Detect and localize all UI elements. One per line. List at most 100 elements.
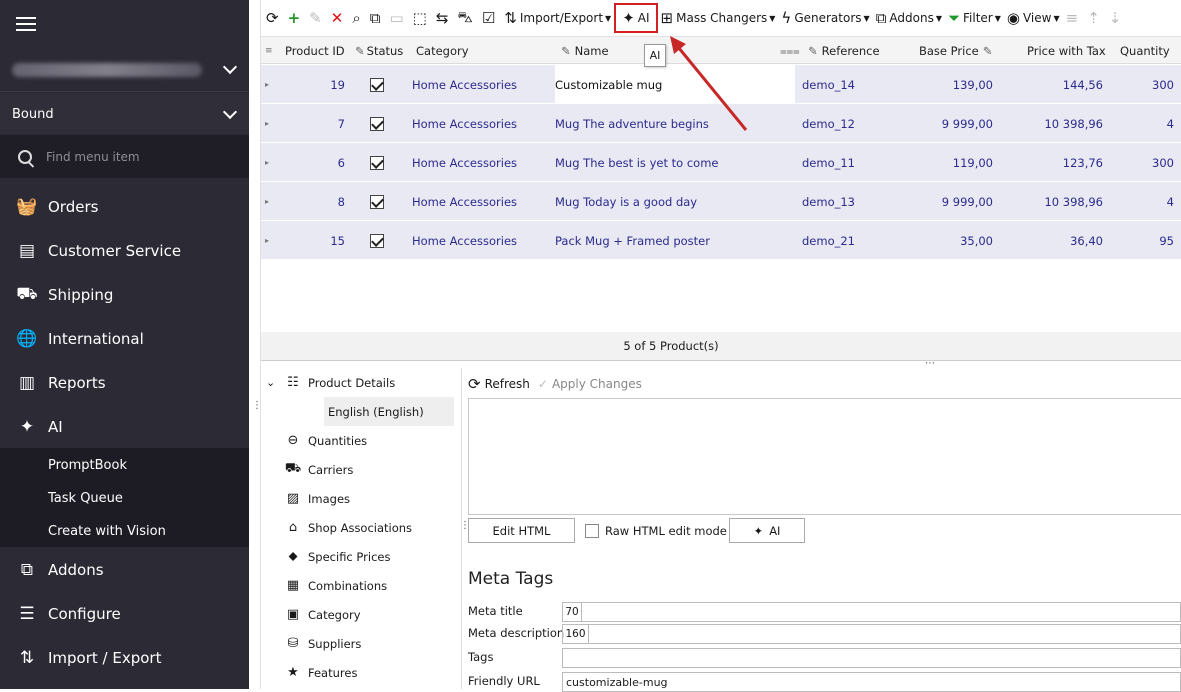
- column-name[interactable]: ✎ Name: [561, 37, 609, 65]
- filter-menu[interactable]: ⏷ Filter ▼: [945, 4, 1004, 32]
- menu-search[interactable]: Find menu item: [0, 135, 249, 178]
- cell-base[interactable]: 9 999,00: [901, 104, 993, 143]
- raw-html-checkbox[interactable]: [585, 523, 599, 538]
- sidebar-item-shipping[interactable]: ⛟ Shipping: [0, 273, 249, 317]
- tree-item-features[interactable]: ★ Features: [262, 658, 357, 687]
- status-checkbox[interactable]: [370, 155, 384, 170]
- cell-name[interactable]: Mug The best is yet to come: [555, 143, 795, 182]
- tree-item-specific-prices[interactable]: ⬥ Specific Prices: [262, 542, 390, 571]
- tree-item-images[interactable]: ▨ Images: [262, 484, 350, 513]
- status-checkbox[interactable]: [370, 194, 384, 209]
- meta-description-input[interactable]: 160: [562, 624, 1181, 644]
- cell-qty[interactable]: 4: [1111, 182, 1174, 221]
- friendly-url-input[interactable]: customizable-mug: [562, 672, 1181, 692]
- cell-ref[interactable]: demo_13: [802, 182, 912, 221]
- sidebar-item-orders[interactable]: 🧺 Orders: [0, 185, 249, 229]
- row-expand-icon[interactable]: ▸: [265, 65, 269, 104]
- addons-menu[interactable]: ⧉ Addons ▼: [873, 4, 945, 32]
- cell-ref[interactable]: demo_12: [802, 104, 912, 143]
- cell-name[interactable]: Pack Mug + Framed poster: [555, 221, 795, 260]
- delete-icon[interactable]: ✕: [328, 4, 350, 32]
- column-price-with-tax[interactable]: Price with Tax: [1027, 37, 1106, 65]
- sidebar-splitter[interactable]: ⋮: [249, 0, 262, 689]
- grid-menu-icon[interactable]: ≡: [265, 37, 273, 65]
- mass-changers-menu[interactable]: ⊞ Mass Changers ▼: [658, 4, 779, 32]
- import-export-menu[interactable]: ⇅ Import/Export ▼: [501, 4, 614, 32]
- sidebar-item-addons[interactable]: ⧉ Addons: [0, 548, 249, 592]
- tree-item-category[interactable]: ▣ Category: [262, 600, 361, 629]
- submenu-item-task-queue[interactable]: Task Queue: [48, 482, 123, 515]
- cell-base[interactable]: 119,00: [901, 143, 993, 182]
- meta-title-input[interactable]: 70: [562, 602, 1181, 622]
- status-checkbox[interactable]: [370, 233, 384, 248]
- sort-down-icon[interactable]: ⇣: [1106, 4, 1128, 32]
- move-icon[interactable]: ⇆: [433, 4, 455, 32]
- duplicate-icon[interactable]: ⬚: [410, 4, 433, 32]
- table-row[interactable]: ▸ 8 Home Accessories Mug Today is a good da…: [261, 182, 1181, 221]
- column-reference[interactable]: ✎ Reference: [808, 37, 880, 65]
- cell-qty[interactable]: 95: [1111, 221, 1174, 260]
- cell-name[interactable]: Mug Today is a good day: [555, 182, 795, 221]
- car-icon[interactable]: ⛍: [454, 4, 478, 32]
- cell-qty[interactable]: 300: [1111, 143, 1174, 182]
- status-checkbox[interactable]: [370, 77, 384, 92]
- cell-tax[interactable]: 144,56: [1001, 65, 1103, 104]
- tree-item-combinations[interactable]: ▦ Combinations: [262, 571, 387, 600]
- sort-up-icon[interactable]: ⇡: [1084, 4, 1106, 32]
- cell-id[interactable]: 15: [285, 221, 345, 260]
- cell-category[interactable]: Home Accessories: [412, 221, 552, 260]
- cell-id[interactable]: 7: [285, 104, 345, 143]
- cell-tax[interactable]: 36,40: [1001, 221, 1103, 260]
- sidebar-item-reports[interactable]: ▥ Reports: [0, 361, 249, 405]
- cell-tax[interactable]: 10 398,96: [1001, 182, 1103, 221]
- refresh-button[interactable]: ⟳ Refresh: [468, 375, 530, 393]
- cell-ref[interactable]: demo_21: [802, 221, 912, 260]
- table-row[interactable]: ▸ 15 Home Accessories Pack Mug + Framed pos…: [261, 221, 1181, 260]
- raw-html-toggle[interactable]: Raw HTML edit mode: [585, 518, 727, 543]
- cell-base[interactable]: 139,00: [901, 65, 993, 104]
- cell-category[interactable]: Home Accessories: [412, 182, 552, 221]
- refresh-icon[interactable]: ⟳: [263, 4, 285, 32]
- paste-icon[interactable]: ▭: [386, 4, 409, 32]
- cell-category[interactable]: Home Accessories: [412, 104, 552, 143]
- copy-icon[interactable]: ⧉: [367, 4, 387, 32]
- column-base-price[interactable]: Base Price ✎: [919, 37, 992, 65]
- edit-icon[interactable]: ✎: [306, 4, 328, 32]
- tags-input[interactable]: [562, 648, 1181, 668]
- cell-tax[interactable]: 123,76: [1001, 143, 1103, 182]
- ai-editor-button[interactable]: ✦ AI: [729, 518, 805, 543]
- sort-az-icon[interactable]: ≡: [1063, 4, 1085, 32]
- cell-id[interactable]: 19: [285, 65, 345, 104]
- tree-item-suppliers[interactable]: ⛁ Suppliers: [262, 629, 362, 658]
- cell-id[interactable]: 8: [285, 182, 345, 221]
- row-expand-icon[interactable]: ▸: [265, 104, 269, 143]
- submenu-item-promptbook[interactable]: PromptBook: [48, 449, 127, 482]
- cell-id[interactable]: 6: [285, 143, 345, 182]
- tree-item-english[interactable]: English (English): [324, 397, 454, 426]
- tree-item-carriers[interactable]: ⛟ Carriers: [262, 455, 354, 484]
- cell-tax[interactable]: 10 398,96: [1001, 104, 1103, 143]
- column-status[interactable]: ✎ Status: [355, 37, 403, 65]
- ai-toolbar-button[interactable]: ✦ AI: [614, 3, 658, 33]
- html-editor-area[interactable]: [468, 398, 1181, 515]
- tree-item-quantities[interactable]: ⊖ Quantities: [262, 426, 368, 455]
- sort-icon[interactable]: ⩶: [780, 37, 800, 65]
- table-row[interactable]: ▸ 6 Home Accessories Mug The best is yet to…: [261, 143, 1181, 182]
- edit-html-button[interactable]: Edit HTML: [468, 518, 575, 543]
- column-quantity[interactable]: Quantity: [1120, 37, 1170, 65]
- cell-base[interactable]: 35,00: [901, 221, 993, 260]
- cell-qty[interactable]: 300: [1111, 65, 1174, 104]
- tree-item-shop-associations[interactable]: ⌂ Shop Associations: [262, 513, 412, 542]
- sidebar-item-customer-service[interactable]: ▤ Customer Service: [0, 229, 249, 273]
- cell-ref[interactable]: demo_14: [802, 65, 912, 104]
- cell-category[interactable]: Home Accessories: [412, 143, 552, 182]
- row-expand-icon[interactable]: ▸: [265, 143, 269, 182]
- sidebar-item-international[interactable]: 🌐 International: [0, 317, 249, 361]
- row-expand-icon[interactable]: ▸: [265, 221, 269, 260]
- find-icon[interactable]: ⌕: [349, 4, 366, 32]
- row-expand-icon[interactable]: ▸: [265, 182, 269, 221]
- view-menu[interactable]: ◉ View ▼: [1004, 4, 1063, 32]
- sidebar-item-configure[interactable]: ☰ Configure: [0, 592, 249, 636]
- apply-changes-button[interactable]: ✓ Apply Changes: [538, 377, 642, 391]
- submenu-item-create-with-vision[interactable]: Create with Vision: [48, 515, 166, 548]
